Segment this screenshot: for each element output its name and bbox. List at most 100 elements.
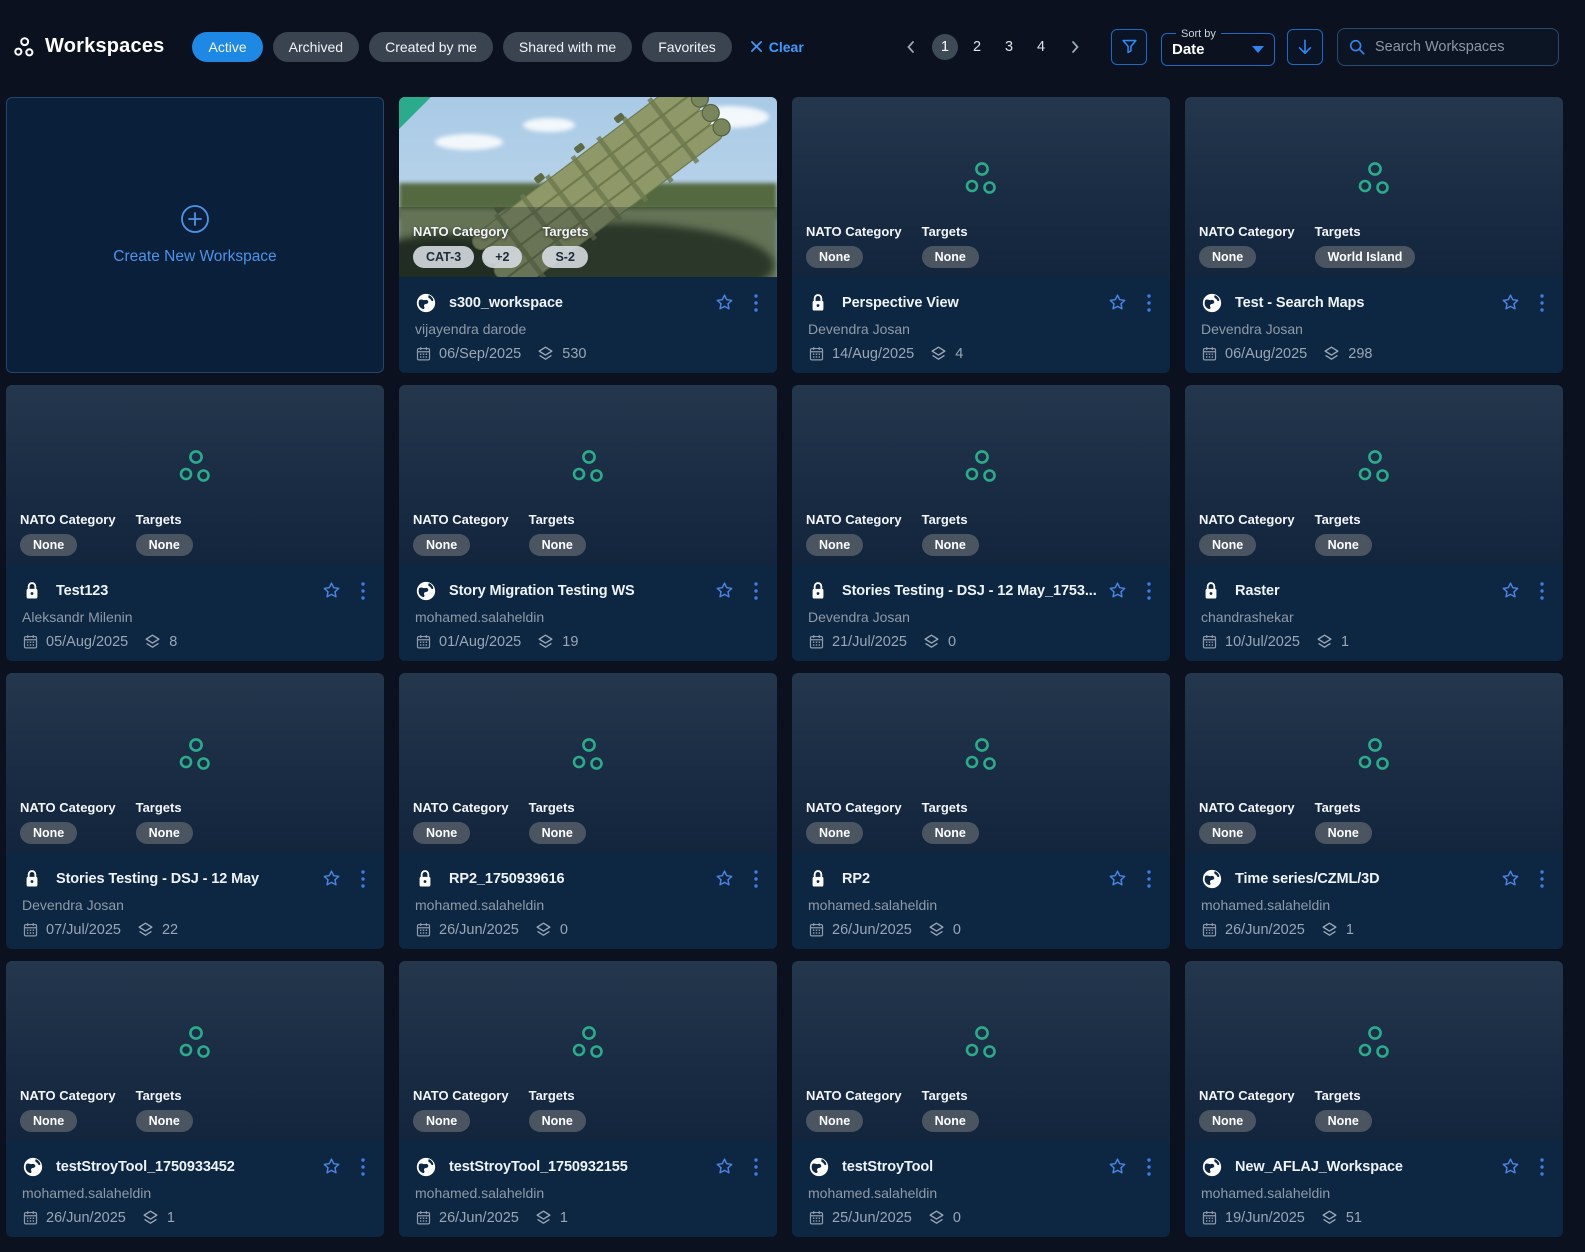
workspace-count: 1	[560, 1210, 568, 1226]
filter-pill-active[interactable]: Active	[192, 32, 262, 62]
nato-chips: None	[20, 822, 116, 844]
favorite-star-button[interactable]	[712, 1154, 737, 1179]
favorite-star-button[interactable]	[1105, 866, 1130, 891]
target-chips: None	[1315, 534, 1407, 556]
lock-icon	[415, 868, 439, 890]
workspace-count: 22	[162, 922, 178, 938]
favorite-star-button[interactable]	[712, 290, 737, 315]
workspace-card[interactable]: NATO Category None Targets None	[1185, 385, 1563, 661]
more-options-button[interactable]	[1537, 291, 1547, 315]
more-options-button[interactable]	[1144, 867, 1154, 891]
nato-chip: +2	[482, 246, 522, 268]
clear-filters-button[interactable]: Clear	[750, 39, 804, 55]
workspace-preview: NATO Category None Targets None	[6, 961, 384, 1141]
star-icon	[714, 868, 735, 889]
calendar-icon	[22, 921, 39, 938]
favorite-star-button[interactable]	[1498, 866, 1523, 891]
more-options-button[interactable]	[358, 1155, 368, 1179]
calendar-icon	[808, 1209, 825, 1226]
workspace-card[interactable]: NATO Category None Targets None	[792, 961, 1170, 1237]
chevron-down-icon	[1252, 46, 1264, 53]
star-icon	[321, 580, 342, 601]
favorite-star-button[interactable]	[1105, 290, 1130, 315]
workspace-card-footer: Test - Search Maps Devendra Josan	[1185, 277, 1563, 373]
favorite-star-button[interactable]	[319, 578, 344, 603]
kebab-menu-icon	[360, 869, 366, 889]
workspace-card[interactable]: NATO Category None Targets None	[6, 385, 384, 661]
target-chips: None	[922, 1110, 1014, 1132]
target-chips: None	[1315, 822, 1407, 844]
target-chips: World Island	[1315, 246, 1416, 268]
workspace-card[interactable]: NATO Category None Targets None	[792, 385, 1170, 661]
workspace-card[interactable]: NATO Category None Targets None	[399, 385, 777, 661]
layers-icon	[1322, 344, 1341, 363]
create-new-workspace-card[interactable]: Create New Workspace	[6, 97, 384, 373]
workspace-card[interactable]: NATO Category None Targets None	[792, 97, 1170, 373]
favorite-star-button[interactable]	[1105, 578, 1130, 603]
target-chip: World Island	[1315, 246, 1416, 268]
filter-pill-favorites[interactable]: Favorites	[642, 32, 732, 62]
workspace-meta: 25/Jun/2025 0	[808, 1208, 1154, 1227]
workspaces-logo-icon	[12, 35, 36, 59]
more-options-button[interactable]	[1537, 1155, 1547, 1179]
workspace-meta: 01/Aug/2025 19	[415, 632, 761, 651]
pagination-page-4[interactable]: 4	[1028, 34, 1054, 60]
lock-icon	[808, 580, 832, 602]
filter-pill-shared-with-me[interactable]: Shared with me	[503, 32, 632, 62]
pagination-page-1[interactable]: 1	[932, 34, 958, 60]
target-chips: None	[529, 1110, 621, 1132]
sort-direction-button[interactable]	[1287, 29, 1323, 65]
favorite-star-button[interactable]	[712, 578, 737, 603]
favorite-star-button[interactable]	[319, 866, 344, 891]
calendar-icon	[415, 345, 432, 362]
nato-chips: None	[20, 534, 116, 556]
workspace-card[interactable]: NATO Category None Targets None	[399, 961, 777, 1237]
workspace-card[interactable]: NATO Category None Targets World Island	[1185, 97, 1563, 373]
more-options-button[interactable]	[751, 291, 761, 315]
globe-icon	[1201, 868, 1225, 890]
target-chips: None	[136, 534, 228, 556]
nato-chip: None	[413, 822, 470, 844]
nato-chip: CAT-3	[413, 246, 474, 268]
nato-category-label: NATO Category	[1199, 1088, 1295, 1103]
more-options-button[interactable]	[1144, 291, 1154, 315]
filter-button[interactable]	[1111, 29, 1147, 65]
workspace-card[interactable]: NATO Category None Targets None	[1185, 673, 1563, 949]
favorite-star-button[interactable]	[1498, 1154, 1523, 1179]
pagination-page-3[interactable]: 3	[996, 34, 1022, 60]
targets-label: Targets	[1315, 800, 1407, 815]
more-options-button[interactable]	[751, 579, 761, 603]
more-options-button[interactable]	[1537, 867, 1547, 891]
favorite-star-button[interactable]	[1105, 1154, 1130, 1179]
workspace-preview: NATO Category None Targets None	[6, 673, 384, 853]
more-options-button[interactable]	[1537, 579, 1547, 603]
more-options-button[interactable]	[1144, 579, 1154, 603]
workspace-card[interactable]: NATO Category None Targets None	[792, 673, 1170, 949]
favorite-star-button[interactable]	[1498, 290, 1523, 315]
more-options-button[interactable]	[358, 579, 368, 603]
workspace-card[interactable]: NATO Category None Targets None	[6, 961, 384, 1237]
kebab-menu-icon	[1146, 581, 1152, 601]
pagination-next-button[interactable]	[1063, 37, 1087, 57]
nato-category-label: NATO Category	[1199, 512, 1295, 527]
layers-icon	[922, 632, 941, 651]
workspace-card[interactable]: NATO Category None Targets None	[399, 673, 777, 949]
workspace-card[interactable]: NATO Category None Targets None	[1185, 961, 1563, 1237]
filter-pill-archived[interactable]: Archived	[273, 32, 359, 62]
filter-pill-created-by-me[interactable]: Created by me	[369, 32, 493, 62]
sort-by-dropdown[interactable]: Sort by Date	[1161, 28, 1275, 66]
pagination-page-2[interactable]: 2	[964, 34, 990, 60]
more-options-button[interactable]	[751, 1155, 761, 1179]
workspace-card[interactable]: NATO Category None Targets None	[6, 673, 384, 949]
more-options-button[interactable]	[751, 867, 761, 891]
search-input[interactable]	[1375, 39, 1548, 55]
favorite-star-button[interactable]	[712, 866, 737, 891]
pagination-prev-button[interactable]	[899, 37, 923, 57]
more-options-button[interactable]	[1144, 1155, 1154, 1179]
favorite-star-button[interactable]	[319, 1154, 344, 1179]
calendar-icon	[808, 633, 825, 650]
workspace-card[interactable]: NATO Category CAT-3+2 Targets S-2	[399, 97, 777, 373]
more-options-button[interactable]	[358, 867, 368, 891]
favorite-star-button[interactable]	[1498, 578, 1523, 603]
workspace-meta: 26/Jun/2025 1	[22, 1208, 368, 1227]
